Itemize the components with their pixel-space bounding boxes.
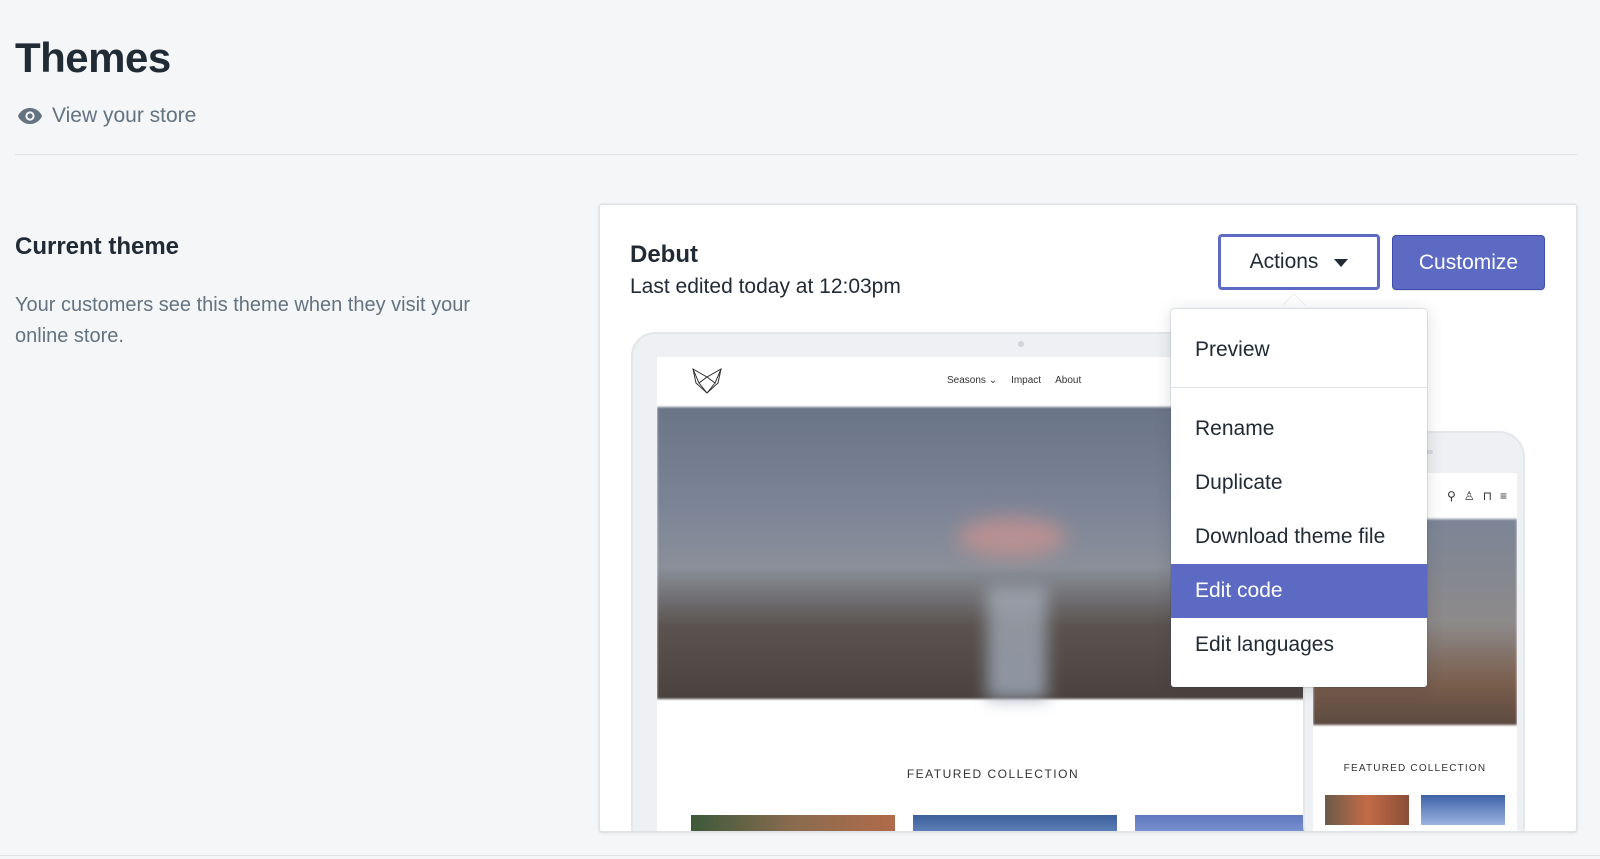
laptop-camera bbox=[1018, 341, 1024, 347]
eye-icon bbox=[17, 107, 43, 125]
customize-button[interactable]: Customize bbox=[1392, 235, 1545, 290]
footer-divider bbox=[0, 855, 1600, 856]
menu-item-download-theme-file[interactable]: Download theme file bbox=[1171, 510, 1427, 564]
mobile-thumbnails bbox=[1325, 795, 1505, 825]
cart-icon: ⊓ bbox=[1482, 489, 1492, 503]
theme-card: Debut Last edited today at 12:03pm Actio… bbox=[599, 204, 1577, 832]
menu-separator bbox=[1171, 387, 1427, 388]
preview-thumbnail bbox=[691, 815, 895, 831]
actions-button[interactable]: Actions bbox=[1218, 234, 1380, 290]
preview-site-nav: Seasons ⌄ Impact About bbox=[947, 375, 1081, 386]
account-icon: ♙ bbox=[1463, 489, 1475, 503]
preview-nav-item: Impact bbox=[1011, 375, 1042, 386]
current-theme-heading: Current theme bbox=[15, 233, 180, 260]
menu-item-edit-code[interactable]: Edit code bbox=[1171, 564, 1427, 618]
current-theme-description: Your customers see this theme when they … bbox=[15, 294, 471, 347]
preview-thumbnail bbox=[1135, 815, 1329, 831]
menu-item-rename[interactable]: Rename bbox=[1171, 402, 1427, 456]
hero-glow bbox=[957, 517, 1067, 557]
menu-item-duplicate[interactable]: Duplicate bbox=[1171, 456, 1427, 510]
menu-item-edit-languages[interactable]: Edit languages bbox=[1171, 618, 1427, 672]
mobile-thumbnail bbox=[1325, 795, 1409, 825]
mobile-thumbnail bbox=[1421, 795, 1505, 825]
hero-road bbox=[987, 587, 1047, 699]
fox-logo-icon bbox=[691, 367, 723, 400]
page-title: Themes bbox=[15, 34, 171, 81]
view-store-link[interactable]: View your store bbox=[17, 104, 196, 128]
menu-icon: ≡ bbox=[1499, 489, 1507, 503]
mobile-header-icons: ⚲ ♙ ⊓ ≡ bbox=[1447, 489, 1507, 503]
search-icon: ⚲ bbox=[1447, 489, 1456, 503]
preview-thumbnails bbox=[691, 815, 1329, 831]
view-store-label: View your store bbox=[52, 104, 197, 127]
mobile-featured-collection-label: FEATURED COLLECTION bbox=[1343, 763, 1487, 774]
preview-nav-item: Seasons ⌄ bbox=[947, 375, 998, 386]
caret-down-icon bbox=[1334, 259, 1349, 267]
preview-thumbnail bbox=[913, 815, 1117, 831]
menu-item-preview[interactable]: Preview bbox=[1171, 323, 1427, 377]
featured-collection-label: FEATURED COLLECTION bbox=[906, 767, 1080, 781]
theme-name: Debut bbox=[630, 241, 698, 268]
preview-nav-item: About bbox=[1055, 375, 1082, 386]
last-edited-text: Last edited today at 12:03pm bbox=[630, 275, 901, 298]
actions-label: Actions bbox=[1249, 250, 1319, 273]
header-divider bbox=[15, 154, 1577, 155]
actions-menu: Preview Rename Duplicate Download theme … bbox=[1171, 309, 1427, 687]
